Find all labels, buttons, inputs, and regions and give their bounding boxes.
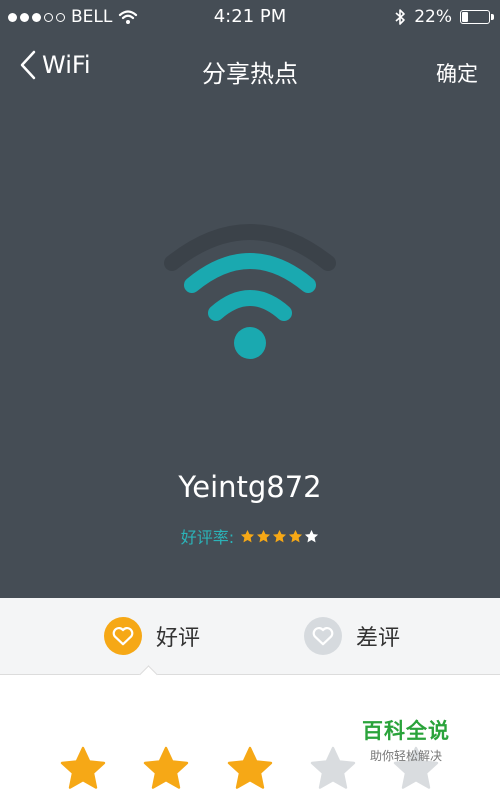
watermark-subtitle: 助你轻松解决 [369, 749, 442, 763]
hotspot-header-panel: BELL 4:21 PM 22% WiFi 分享热点 确定 Yeintg872 … [0, 0, 500, 598]
rating-star-icon [257, 529, 271, 542]
rating-star-icon [273, 529, 287, 542]
rating-star-icon [305, 529, 319, 542]
review-tabs: 好评 差评 [0, 598, 500, 675]
review-star-icon[interactable] [59, 745, 107, 793]
rating-star-icon [289, 529, 303, 542]
watermark-title: 百科全说 [362, 719, 450, 743]
battery-icon [460, 10, 494, 24]
tab-good-review[interactable]: 好评 [104, 617, 200, 655]
navigation-bar: WiFi 分享热点 确定 [0, 40, 500, 100]
review-star-icon[interactable] [226, 745, 274, 793]
heart-icon [304, 617, 342, 655]
rating-stars [240, 529, 319, 544]
review-star-icon[interactable] [142, 745, 190, 793]
review-star-icon[interactable] [309, 745, 357, 793]
rating-label: 好评率: [180, 528, 235, 547]
tab-good-label: 好评 [156, 626, 201, 651]
heart-icon [104, 617, 142, 655]
tab-bad-label: 差评 [356, 626, 401, 651]
status-bar: BELL 4:21 PM 22% [0, 0, 500, 34]
watermark: 百科全说 助你轻松解决 [362, 715, 450, 764]
battery-fill [462, 12, 468, 22]
battery-percent: 22% [414, 7, 452, 27]
tab-bad-review[interactable]: 差评 [304, 617, 400, 655]
status-right: 22% [394, 7, 494, 27]
wifi-hotspot-icon [164, 224, 336, 359]
hotspot-ssid: Yeintg872 [178, 470, 322, 504]
confirm-button[interactable]: 确定 [436, 58, 478, 88]
bluetooth-icon [395, 9, 406, 25]
page-title: 分享热点 [202, 60, 298, 88]
rating-star-icon [241, 529, 255, 542]
battery-cap [491, 14, 494, 20]
rating-row: 好评率: [0, 524, 500, 548]
